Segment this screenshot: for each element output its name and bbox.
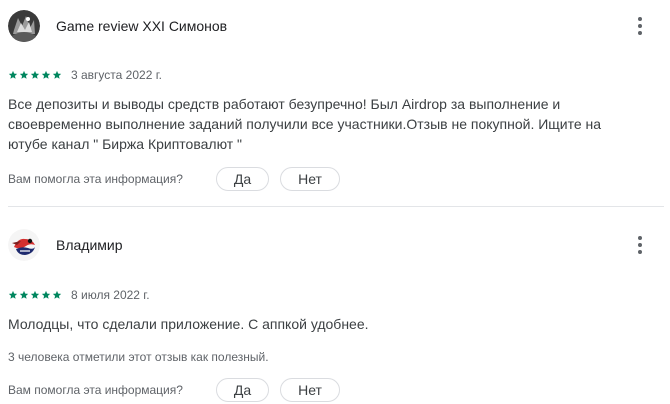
helpful-yes-button[interactable]: Да: [216, 378, 269, 402]
star-icon: [52, 70, 62, 79]
star-icon: [19, 290, 29, 299]
more-options-button[interactable]: [628, 14, 652, 38]
star-icon: [30, 70, 40, 79]
helpful-yes-button[interactable]: Да: [216, 167, 269, 191]
review-text: Молодцы, что сделали приложение. С аппко…: [8, 316, 369, 332]
helpful-no-button[interactable]: Нет: [280, 378, 340, 402]
avatar-image: [8, 10, 40, 42]
author-name: Game review XXI Симонов: [56, 18, 228, 34]
star-rating: [8, 70, 63, 80]
more-options-button[interactable]: [628, 233, 652, 257]
author-name: Владимир: [56, 237, 123, 253]
star-icon: [41, 290, 51, 299]
star-rating: [8, 290, 63, 300]
review-text: Все депозиты и выводы средств работают б…: [8, 96, 602, 152]
star-icon: [41, 70, 51, 79]
star-icon: [30, 290, 40, 299]
star-icon: [8, 70, 18, 79]
review-card: Game review XXI Симонов 3 августа 2022 г…: [0, 0, 670, 206]
rating-row: 3 августа 2022 г.: [8, 68, 162, 82]
star-icon: [8, 290, 18, 299]
review-date: 8 июля 2022 г.: [71, 288, 150, 302]
avatar-image: [8, 229, 40, 261]
star-icon: [52, 290, 62, 299]
more-vert-icon: [638, 236, 642, 254]
helpful-feedback: Вам помогла эта информация? Да Нет: [8, 167, 340, 191]
helpful-count: 3 человека отметили этот отзыв как полез…: [8, 350, 269, 364]
helpful-question: Вам помогла эта информация?: [8, 383, 183, 397]
avatar: [8, 10, 40, 42]
star-icon: [19, 70, 29, 79]
helpful-feedback: Вам помогла эта информация? Да Нет: [8, 378, 340, 402]
helpful-question: Вам помогла эта информация?: [8, 172, 183, 186]
helpful-no-button[interactable]: Нет: [280, 167, 340, 191]
more-vert-icon: [638, 17, 642, 35]
avatar: [8, 229, 40, 261]
rating-row: 8 июля 2022 г.: [8, 288, 150, 302]
review-date: 3 августа 2022 г.: [71, 68, 162, 82]
review-card: Владимир 8 июля 2022 г. Молодцы, что сде…: [0, 207, 670, 404]
